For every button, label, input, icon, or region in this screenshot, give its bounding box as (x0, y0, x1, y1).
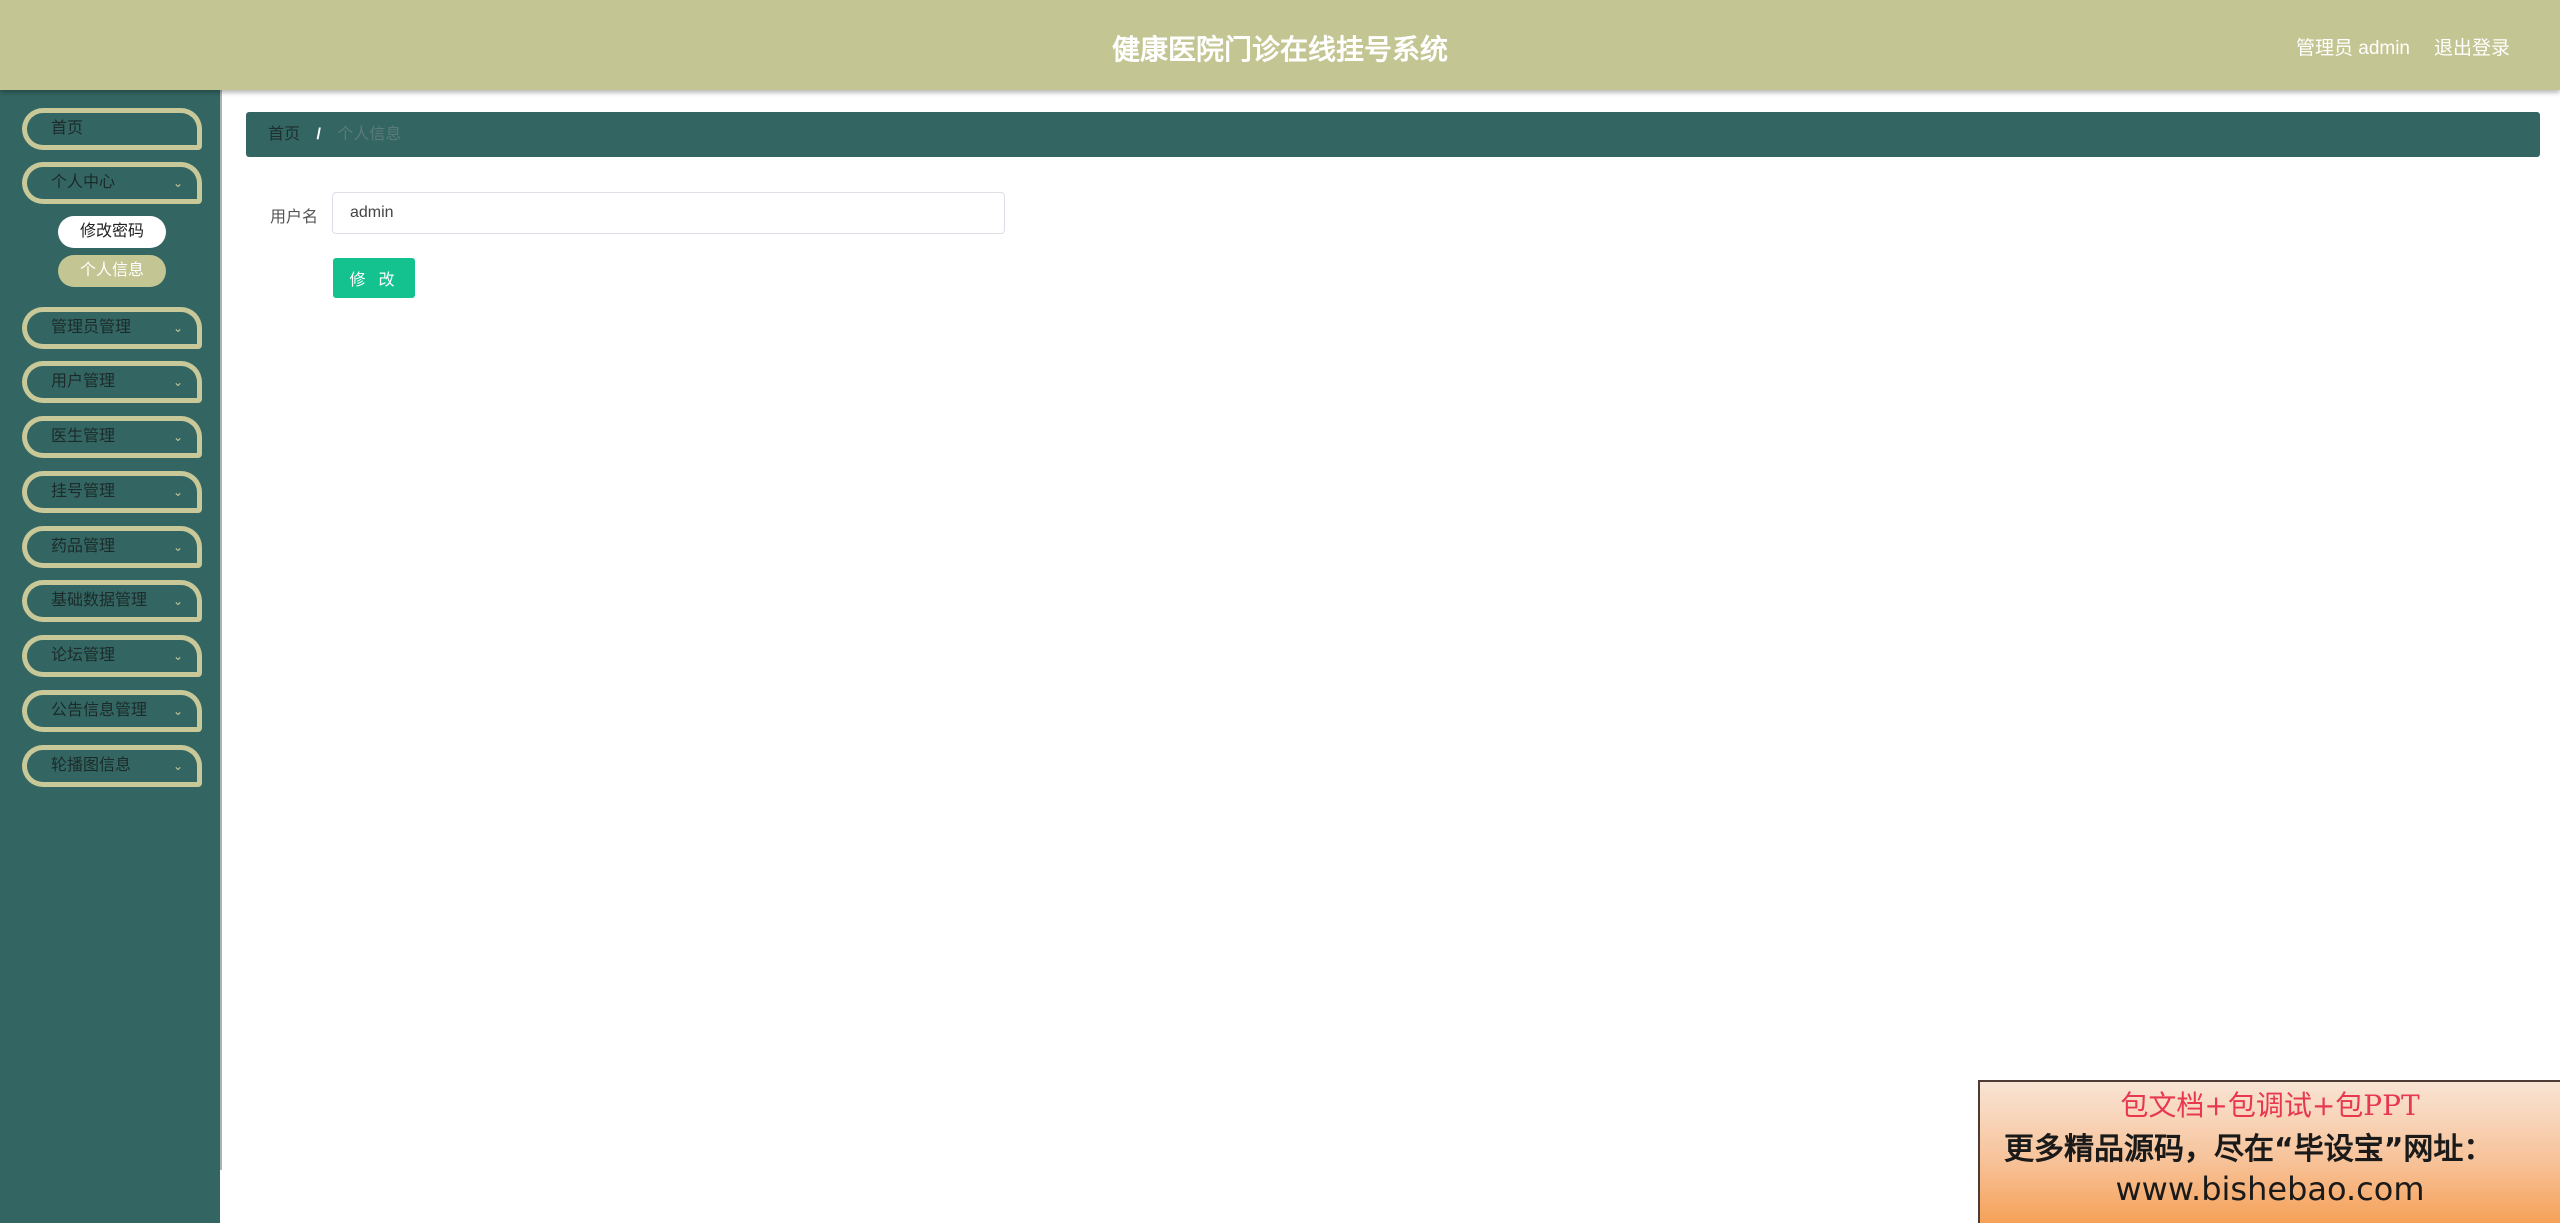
breadcrumb-home-link[interactable]: 首页 (268, 126, 300, 143)
chevron-down-icon: ⌄ (172, 485, 183, 499)
chevron-down-icon: ⌄ (172, 704, 183, 718)
sidebar-item-admin-management[interactable]: 管理员管理 ⌄ (22, 307, 202, 349)
sidebar-item-label: 管理员管理 (51, 319, 132, 336)
chevron-down-icon: ⌄ (172, 430, 183, 444)
sidebar-item-doctor-management[interactable]: 医生管理 ⌄ (22, 416, 202, 458)
edit-button[interactable]: 修 改 (333, 258, 415, 298)
chevron-down-icon: ⌄ (172, 540, 183, 554)
chevron-down-icon: ⌄ (172, 649, 183, 663)
sidebar-item-label: 轮播图信息 (51, 757, 132, 774)
sidebar-item-user-management[interactable]: 用户管理 ⌄ (22, 361, 202, 403)
current-user-label: 管理员 admin (2295, 38, 2410, 59)
ad-banner-line1: 包文档+包调试+包PPT (2120, 1089, 2420, 1122)
ad-banner-line2: 更多精品源码，尽在“毕设宝”网址： (2004, 1132, 2494, 1167)
sidebar-item-label: 个人中心 (51, 174, 116, 191)
sidebar-subitem-change-password[interactable]: 修改密码 (58, 216, 166, 248)
sidebar-item-carousel-info[interactable]: 轮播图信息 ⌄ (22, 745, 202, 787)
logout-link[interactable]: 退出登录 (2434, 33, 2510, 60)
app-title: 健康医院门诊在线挂号系统 (1111, 33, 1448, 66)
sidebar-item-notice-management[interactable]: 公告信息管理 ⌄ (22, 690, 202, 732)
sidebar-item-label: 医生管理 (51, 428, 116, 445)
sidebar-item-forum-management[interactable]: 论坛管理 ⌄ (22, 635, 202, 677)
breadcrumb: 首页 / 个人信息 (246, 112, 2540, 157)
sidebar-divider (220, 90, 222, 1170)
ad-banner-url: www.bishebao.com (2115, 1170, 2425, 1208)
breadcrumb-current: 个人信息 (337, 126, 402, 143)
sidebar: 首页 个人中心 ⌄ 修改密码 个人信息 管理员管理 ⌄ 用户管理 ⌄ 医生管理 … (0, 90, 220, 1223)
chevron-down-icon: ⌄ (172, 176, 183, 190)
sidebar-item-label: 基础数据管理 (51, 592, 148, 609)
chevron-down-icon: ⌄ (172, 375, 183, 389)
chevron-down-icon: ⌄ (172, 594, 183, 608)
chevron-down-icon: ⌄ (172, 759, 183, 773)
sidebar-item-home[interactable]: 首页 (22, 108, 202, 150)
sidebar-item-label: 挂号管理 (51, 483, 116, 500)
sidebar-item-label: 首页 (51, 120, 84, 137)
sidebar-item-label: 药品管理 (51, 538, 116, 555)
sidebar-item-medicine-management[interactable]: 药品管理 ⌄ (22, 526, 202, 568)
sidebar-item-label: 用户管理 (51, 373, 116, 390)
chevron-down-icon: ⌄ (172, 321, 183, 335)
breadcrumb-separator: / (316, 126, 321, 143)
sidebar-item-label: 公告信息管理 (51, 702, 148, 719)
sidebar-item-personal-center[interactable]: 个人中心 ⌄ (22, 162, 202, 204)
sidebar-item-registration-management[interactable]: 挂号管理 ⌄ (22, 471, 202, 513)
username-input[interactable] (332, 192, 1005, 234)
ad-banner: 包文档+包调试+包PPT 更多精品源码，尽在“毕设宝”网址： www.bishe… (1978, 1080, 2560, 1223)
top-header: 健康医院门诊在线挂号系统 管理员 admin 退出登录 (0, 0, 2560, 90)
sidebar-item-label: 论坛管理 (51, 647, 116, 664)
sidebar-subitem-personal-info[interactable]: 个人信息 (58, 255, 166, 287)
sidebar-item-base-data-management[interactable]: 基础数据管理 ⌄ (22, 580, 202, 622)
username-label: 用户名 (270, 209, 319, 226)
